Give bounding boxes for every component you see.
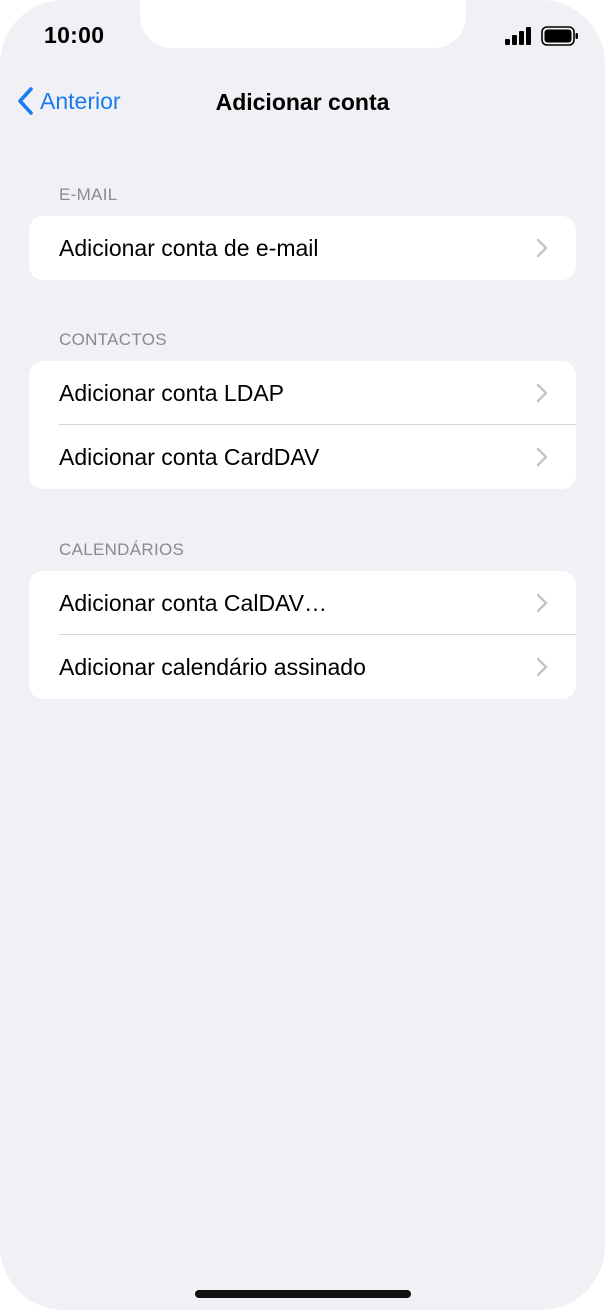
add-carddav-account-row[interactable]: Adicionar conta CardDAV xyxy=(29,425,576,489)
section-header-contacts: CONTACTOS xyxy=(59,330,167,349)
row-label: Adicionar conta CalDAV… xyxy=(59,589,328,616)
status-time: 10:00 xyxy=(44,22,105,48)
row-label: Adicionar conta CardDAV xyxy=(59,443,320,470)
device-notch xyxy=(140,0,466,48)
row-label: Adicionar conta de e-mail xyxy=(59,234,319,261)
add-email-account-row[interactable]: Adicionar conta de e-mail xyxy=(29,216,576,280)
cellular-signal-icon xyxy=(505,27,531,45)
navigation-bar: Anterior Adicionar conta xyxy=(0,80,605,126)
page-title: Adicionar conta xyxy=(215,89,390,115)
chevron-right-icon xyxy=(536,593,548,613)
add-subscribed-calendar-row[interactable]: Adicionar calendário assinado xyxy=(29,635,576,699)
group-calendars: Adicionar conta CalDAV… Adicionar calend… xyxy=(29,571,576,699)
phone-screen: 10:00 Anterior Adicionar conta E-MAIL Ad… xyxy=(0,0,605,1310)
status-indicators xyxy=(505,26,579,46)
add-ldap-account-row[interactable]: Adicionar conta LDAP xyxy=(29,361,576,425)
group-contacts: Adicionar conta LDAP Adicionar conta Car… xyxy=(29,361,576,489)
row-label: Adicionar conta LDAP xyxy=(59,379,285,406)
section-header-email: E-MAIL xyxy=(59,185,118,204)
group-email: Adicionar conta de e-mail xyxy=(29,216,576,280)
row-label: Adicionar calendário assinado xyxy=(59,653,366,680)
home-indicator[interactable] xyxy=(195,1290,411,1298)
chevron-right-icon xyxy=(536,447,548,467)
add-caldav-account-row[interactable]: Adicionar conta CalDAV… xyxy=(29,571,576,635)
section-header-calendars: CALENDÁRIOS xyxy=(59,540,185,559)
battery-icon xyxy=(541,26,578,46)
chevron-right-icon xyxy=(536,238,548,258)
chevron-right-icon xyxy=(536,657,548,677)
chevron-right-icon xyxy=(536,383,548,403)
